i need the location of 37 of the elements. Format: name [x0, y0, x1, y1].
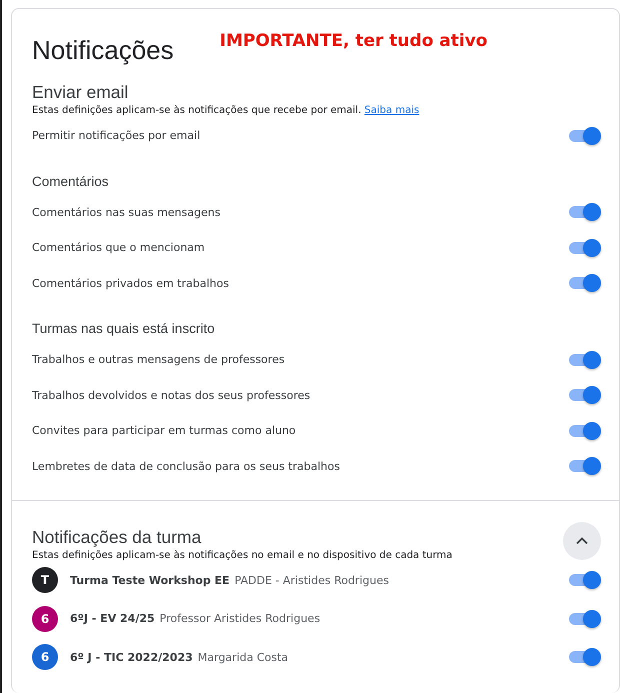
subheading: Comentários	[32, 174, 110, 188]
toggle-switch[interactable]	[569, 608, 601, 629]
section-heading: Enviar email	[32, 82, 130, 103]
teacher-name: PADDE - Aristides Rodrigues	[234, 574, 389, 587]
setting-label: Convites para participar em turmas como aluno	[32, 424, 296, 438]
section-description: Estas definições aplicam-se às notificações que recebe por email. Saiba mais	[32, 105, 420, 116]
section-description: Estas definições aplicam-se às notificações no email e no dispositivo de cada turma	[32, 550, 452, 561]
annotation-text: IMPORTANTE, ter tudo ativo	[220, 31, 488, 51]
class-avatar: 6	[32, 606, 58, 632]
setting-label: Permitir notificações por email	[32, 129, 200, 142]
class-name: Turma Teste Workshop EE	[70, 574, 230, 587]
setting-label: Trabalhos e outras mensagens de professores	[32, 353, 285, 366]
class-avatar: T	[32, 567, 58, 594]
class-avatar: 6	[32, 644, 58, 670]
toggle-switch[interactable]	[569, 273, 601, 294]
page-title: Notificações	[32, 35, 174, 66]
toggle-switch[interactable]	[569, 238, 601, 258]
section-heading: Notificações da turma	[32, 527, 202, 548]
teacher-name: Margarida Costa	[198, 650, 288, 664]
setting-label: Lembretes de data de conclusão para os seus trabalhos	[32, 460, 340, 473]
toggle-switch[interactable]	[569, 456, 601, 476]
setting-label: Trabalhos devolvidos e notas dos seus professores	[32, 388, 310, 402]
toggle-switch[interactable]	[569, 126, 601, 146]
learn-more-link[interactable]: Saiba mais	[364, 105, 420, 116]
setting-label: Comentários que o mencionam	[32, 241, 205, 254]
setting-label: Comentários nas suas mensagens	[32, 206, 220, 219]
toggle-switch[interactable]	[569, 420, 601, 441]
toggle-switch[interactable]	[569, 570, 601, 590]
class-name: 6º J - TIC 2022/2023	[70, 650, 193, 664]
class-name: 6ºJ - EV 24/25	[70, 612, 155, 626]
toggle-switch[interactable]	[569, 202, 601, 222]
setting-label: Comentários privados em trabalhos	[32, 276, 229, 290]
teacher-name: Professor Aristides Rodrigues	[160, 612, 320, 626]
subheading: Turmas nas quais está inscrito	[32, 321, 216, 336]
toggle-switch[interactable]	[569, 647, 601, 668]
toggle-switch[interactable]	[569, 350, 601, 370]
toggle-switch[interactable]	[569, 385, 601, 406]
